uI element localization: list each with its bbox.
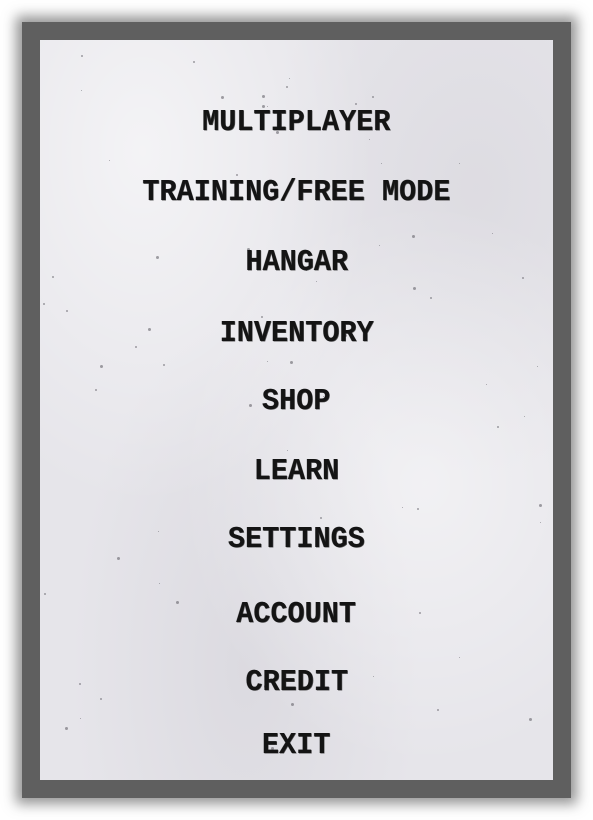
menu-item-inventory[interactable]: INVENTORY xyxy=(40,314,553,354)
menu-item-label: TRAINING/FREE MODE xyxy=(142,175,451,210)
menu-item-label: EXIT xyxy=(262,728,331,763)
menu-item-label: HANGAR xyxy=(245,245,348,280)
menu-item-exit[interactable]: EXIT xyxy=(40,726,553,766)
menu-item-label: MULTIPLAYER xyxy=(202,105,391,140)
menu-item-credit[interactable]: CREDIT xyxy=(40,663,553,703)
menu-item-label: CREDIT xyxy=(245,665,348,700)
menu-item-label: ACCOUNT xyxy=(236,597,357,632)
paper-panel: MULTIPLAYER TRAINING/FREE MODE HANGAR IN… xyxy=(40,40,553,780)
menu-item-account[interactable]: ACCOUNT xyxy=(40,595,553,635)
menu-item-multiplayer[interactable]: MULTIPLAYER xyxy=(40,103,553,143)
menu-item-settings[interactable]: SETTINGS xyxy=(40,520,553,560)
menu-item-hangar[interactable]: HANGAR xyxy=(40,243,553,283)
menu-frame: MULTIPLAYER TRAINING/FREE MODE HANGAR IN… xyxy=(22,22,571,798)
menu-item-label: SHOP xyxy=(262,384,331,419)
menu-item-label: SETTINGS xyxy=(228,522,365,557)
menu-item-label: INVENTORY xyxy=(219,316,374,351)
main-menu: MULTIPLAYER TRAINING/FREE MODE HANGAR IN… xyxy=(40,40,553,780)
menu-item-training-free-mode[interactable]: TRAINING/FREE MODE xyxy=(40,173,553,213)
menu-item-shop[interactable]: SHOP xyxy=(40,382,553,422)
menu-item-label: LEARN xyxy=(253,454,340,489)
menu-item-learn[interactable]: LEARN xyxy=(40,452,553,492)
